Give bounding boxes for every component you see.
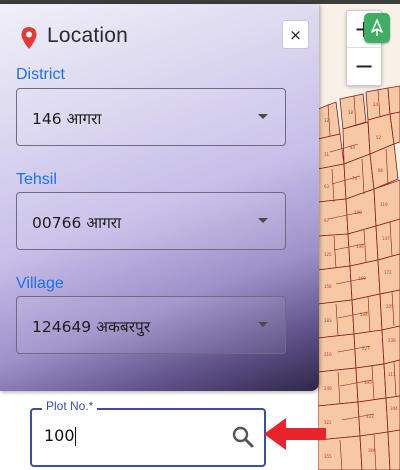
svg-text:194: 194 [360, 312, 368, 317]
svg-text:333: 333 [366, 414, 374, 419]
svg-text:158: 158 [324, 284, 332, 289]
text-cursor [75, 427, 76, 446]
svg-text:366: 366 [368, 448, 376, 453]
chevron-down-icon [258, 114, 268, 119]
location-pin-icon [21, 27, 37, 49]
plot-number-input[interactable] [44, 426, 224, 445]
svg-text:74: 74 [352, 176, 358, 181]
svg-text:300: 300 [364, 380, 372, 385]
svg-text:44: 44 [350, 145, 356, 150]
svg-text:31: 31 [324, 152, 330, 157]
svg-text:97: 97 [324, 218, 330, 223]
svg-text:205: 205 [386, 304, 394, 309]
svg-text:125: 125 [324, 252, 332, 257]
village-select[interactable]: 124649 अकबरपुर [16, 296, 286, 354]
svg-text:238: 238 [388, 338, 396, 343]
svg-text:227: 227 [362, 346, 370, 351]
svg-text:172: 172 [384, 270, 392, 275]
search-icon[interactable] [230, 424, 256, 450]
svg-text:18: 18 [348, 110, 354, 115]
location-panel: Location × District 146 आगरा Tehsil 0076… [0, 4, 319, 391]
svg-text:52: 52 [376, 135, 382, 140]
chevron-down-icon [258, 322, 268, 327]
district-value: 146 आगरा [32, 110, 102, 128]
svg-text:12: 12 [324, 118, 330, 123]
svg-text:216: 216 [324, 352, 332, 357]
svg-text:136: 136 [356, 244, 364, 249]
close-button[interactable]: × [282, 20, 309, 49]
tehsil-label: Tehsil [16, 171, 57, 188]
svg-text:63: 63 [324, 184, 330, 189]
svg-text:355: 355 [324, 454, 332, 459]
panel-title: Location [47, 24, 128, 47]
village-value: 124649 अकबरपुर [32, 318, 151, 336]
district-label: District [16, 66, 65, 83]
svg-text:86: 86 [378, 168, 384, 173]
close-icon: × [289, 25, 302, 44]
tehsil-value: 00766 आगरा [32, 214, 122, 232]
svg-text:169: 169 [358, 276, 366, 281]
red-arrow-icon [264, 418, 326, 450]
district-select[interactable]: 146 आगरा [16, 88, 286, 146]
village-label: Village [16, 275, 64, 292]
tehsil-select[interactable]: 00766 आगरा [16, 192, 286, 250]
plot-number-label: Plot No.* [42, 399, 98, 413]
chevron-down-icon [258, 218, 268, 223]
svg-text:119: 119 [380, 202, 388, 207]
zoom-out-button[interactable]: − [347, 48, 381, 84]
svg-text:311: 311 [388, 372, 396, 377]
svg-text:344: 344 [390, 406, 398, 411]
svg-text:108: 108 [354, 210, 362, 215]
svg-text:24: 24 [373, 102, 379, 107]
svg-text:183: 183 [324, 318, 332, 323]
svg-text:147: 147 [382, 236, 390, 241]
svg-text:249: 249 [324, 386, 332, 391]
north-arrow-icon[interactable] [364, 13, 390, 43]
